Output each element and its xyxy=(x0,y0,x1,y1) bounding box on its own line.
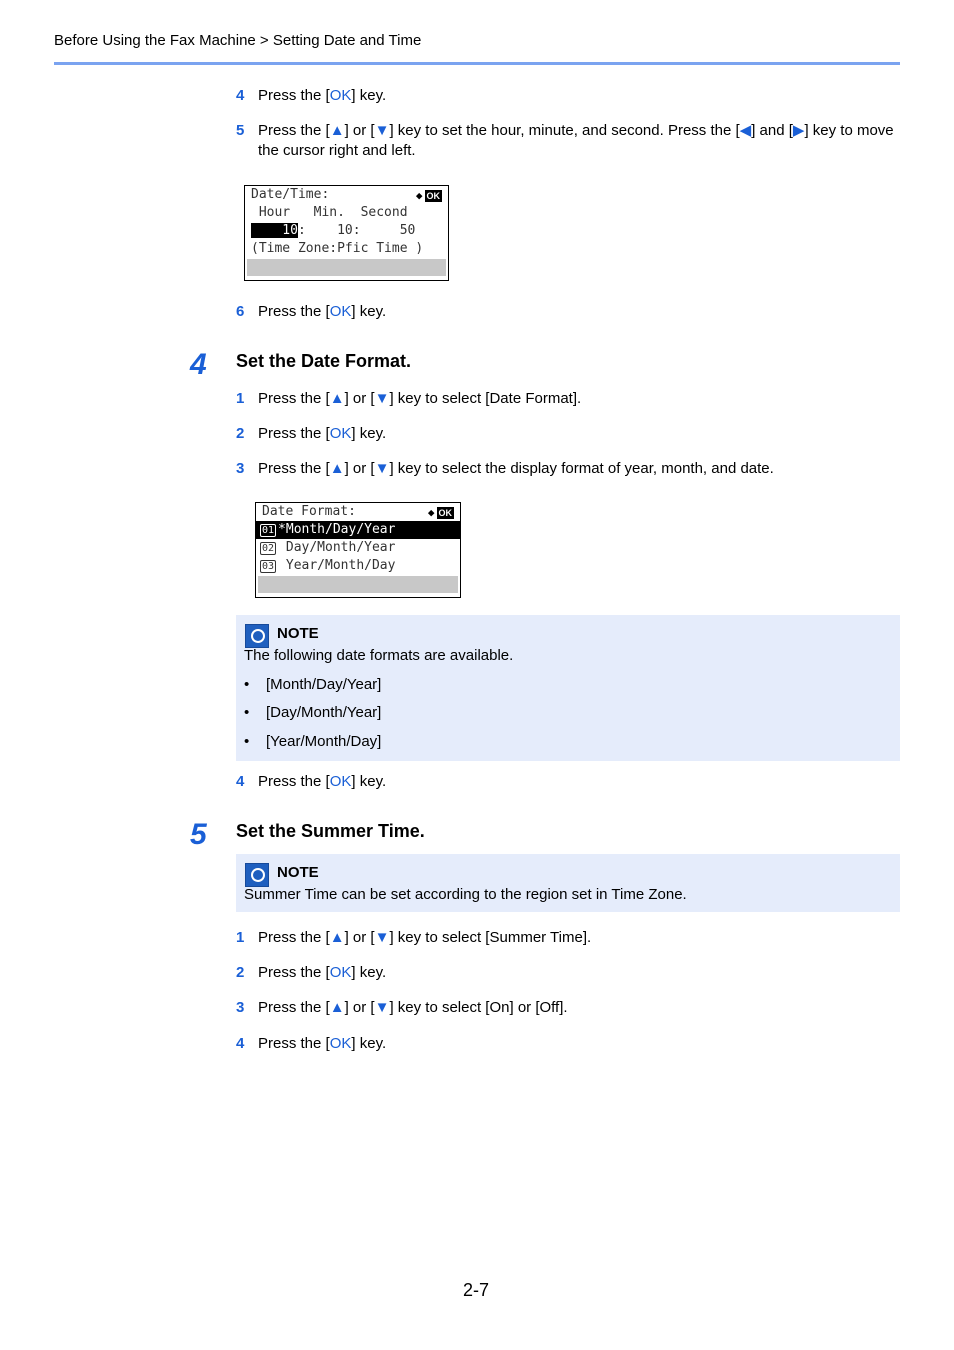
lcd-status-bar xyxy=(258,576,458,593)
step-6: 6 Press the [OK] key. xyxy=(236,303,387,320)
step-4: 4 Press the [OK] key. xyxy=(236,1035,387,1052)
note-icon xyxy=(245,624,269,648)
step-4: 4 Press the [OK] key. xyxy=(236,773,387,790)
step-5: 5 Press the [▲] or [▼] key to set the hou… xyxy=(236,122,894,159)
move-icon: ◆ xyxy=(415,189,423,202)
note-body: Summer Time can be set according to the … xyxy=(244,886,687,903)
step-2: 2 Press the [OK] key. xyxy=(236,964,387,981)
move-icon: ◆ xyxy=(427,506,435,519)
lcd-time-zone: (Time Zone:Pfic Time ) xyxy=(251,241,424,256)
lcd-option: 03 Year/Month/Day xyxy=(260,558,396,573)
note-box: NOTE Summer Time can be set according to… xyxy=(236,854,900,912)
lcd-time-values: 10: 10: 50 xyxy=(251,223,416,238)
ok-icon: ◆ OK xyxy=(415,189,442,202)
step-3: 3 Press the [▲] or [▼] key to select [On]… xyxy=(236,999,568,1016)
lcd-option: 02 Day/Month/Year xyxy=(260,540,396,555)
section-title: Set the Date Format. xyxy=(236,351,412,371)
lcd-date-time: Date/Time: ◆ OK Hour Min. Second 10: 10: … xyxy=(244,185,449,281)
section-number: 5 xyxy=(190,818,207,851)
page-number: 2-7 xyxy=(463,1280,490,1300)
bullet-item: • [Year/Month/Day] xyxy=(244,733,382,750)
ok-icon: ◆ OK xyxy=(427,506,454,519)
lcd-date-format: Date Format: ◆ OK 01 *Month/Day/Year 02 Da… xyxy=(255,502,461,598)
step-4: 4 Press the [OK] key. xyxy=(236,87,387,104)
note-title: NOTE xyxy=(277,864,319,881)
ok-key-label: OK xyxy=(329,87,352,104)
lcd-option-selected: 01 *Month/Day/Year xyxy=(256,521,460,539)
note-icon xyxy=(245,863,269,887)
note-box: NOTE The following date formats are avai… xyxy=(236,615,900,761)
step-2: 2 Press the [OK] key. xyxy=(236,425,387,442)
bullet-item: • [Month/Day/Year] xyxy=(244,676,382,693)
bullet-item: • [Day/Month/Year] xyxy=(244,704,382,721)
lcd-labels: Hour Min. Second xyxy=(251,205,408,220)
note-body: The following date formats are available… xyxy=(244,647,514,664)
breadcrumb: Before Using the Fax Machine > Setting D… xyxy=(54,32,422,49)
note-title: NOTE xyxy=(277,625,319,642)
step-3: 3 Press the [▲] or [▼] key to select the … xyxy=(236,460,774,477)
step-1: 1 Press the [▲] or [▼] key to select [Dat… xyxy=(236,390,582,407)
lcd-status-bar xyxy=(247,259,446,276)
step-1: 1 Press the [▲] or [▼] key to select [Sum… xyxy=(236,929,592,946)
section-title: Set the Summer Time. xyxy=(236,821,425,841)
header-divider xyxy=(54,62,900,65)
section-number: 4 xyxy=(190,348,207,381)
